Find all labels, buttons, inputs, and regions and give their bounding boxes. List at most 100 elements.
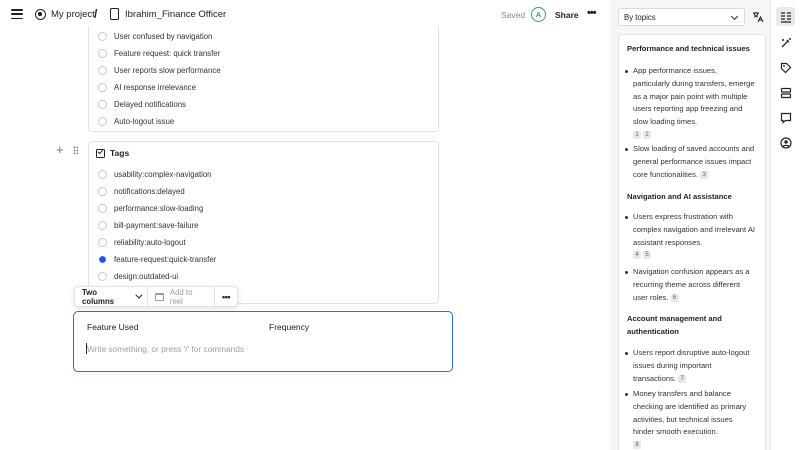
summary-content: Performance and technical issues App per… xyxy=(618,34,766,450)
radio-button[interactable] xyxy=(98,65,107,75)
chevron-down-icon xyxy=(135,291,143,299)
column-header-feature[interactable]: Feature Used xyxy=(87,322,139,332)
tags-title: Tags xyxy=(110,148,130,158)
chevron-down-icon xyxy=(730,12,739,21)
tag-option[interactable]: performance:slow-loading xyxy=(98,201,203,215)
tags-card: Tags usability:complex-navigation notifi… xyxy=(88,141,439,304)
bullet-text: Slow loading of saved accounts and gener… xyxy=(633,144,755,179)
block-toolbar: Two columns Add to reel ••• xyxy=(74,286,238,307)
citation-badge[interactable]: 5 xyxy=(643,251,651,260)
citation-badge[interactable]: 4 xyxy=(633,251,641,260)
add-block-icon[interactable]: + xyxy=(56,143,64,156)
more-options-button[interactable]: ••• xyxy=(587,7,597,19)
option-item[interactable]: Feature request: quick transfer xyxy=(98,46,220,60)
toolbar-more-button[interactable]: ••• xyxy=(215,292,237,302)
option-item[interactable]: AI response irrelevance xyxy=(98,80,196,94)
citation-badge[interactable]: 6 xyxy=(670,293,679,302)
side-rail xyxy=(770,0,800,450)
tags-header: Tags xyxy=(96,148,129,158)
citation-badge[interactable]: 3 xyxy=(700,170,709,179)
option-item[interactable]: Auto-logout issue xyxy=(98,114,174,128)
tag-option[interactable]: feature-request:quick-transfer xyxy=(98,252,216,266)
list-icon[interactable] xyxy=(776,83,795,102)
share-button[interactable]: Share xyxy=(555,10,579,20)
bullet-text: Money transfers and balance checking are… xyxy=(633,389,747,437)
section-title: Account management and authentication xyxy=(627,314,722,336)
tag-label: usability:complex-navigation xyxy=(114,169,212,179)
project-icon xyxy=(35,9,46,20)
tag-option[interactable]: bill-payment:save-failure xyxy=(98,218,199,232)
radio-button[interactable] xyxy=(98,203,107,213)
breadcrumb-separator: / xyxy=(94,7,98,21)
options-card: User confused by navigation Feature requ… xyxy=(88,26,439,132)
translate-icon[interactable] xyxy=(752,11,764,25)
radio-button[interactable] xyxy=(98,82,107,92)
option-item[interactable]: User reports slow performance xyxy=(98,63,221,77)
add-to-reel-button[interactable]: Add to reel xyxy=(148,287,216,306)
citation-badge[interactable]: 2 xyxy=(643,130,651,139)
magic-edit-icon[interactable] xyxy=(776,33,795,52)
columns-label: Two columns xyxy=(82,287,115,306)
citation-badge[interactable]: 7 xyxy=(678,374,687,383)
tag-option[interactable]: usability:complex-navigation xyxy=(98,167,212,181)
bullet-text: Navigation confusion appears as a recurr… xyxy=(633,267,750,302)
tag-option[interactable]: design:outdated-ui xyxy=(98,269,178,283)
table-block-editor[interactable]: Feature Used Frequency Write something, … xyxy=(73,311,453,372)
group-by-select[interactable]: By topics xyxy=(618,8,745,26)
section-title: Navigation and AI assistance xyxy=(627,192,732,201)
tag-label: reliability:auto-logout xyxy=(114,237,186,247)
editor-placeholder[interactable]: Write something, or press '/' for comman… xyxy=(85,343,244,354)
summary-bullet: Users express frustration with complex n… xyxy=(625,211,755,262)
radio-button-selected[interactable] xyxy=(98,254,107,264)
reel-icon xyxy=(155,292,164,301)
citation-badge[interactable]: 8 xyxy=(633,441,641,450)
option-item[interactable]: Delayed notifications xyxy=(98,97,186,111)
bullet-text: App performance issues, particularly dur… xyxy=(633,66,755,127)
summary-bullet: Users report disruptive auto-logout issu… xyxy=(625,347,755,385)
tag-option[interactable]: reliability:auto-logout xyxy=(98,235,186,249)
radio-button[interactable] xyxy=(98,31,107,41)
tag-option[interactable]: notifications:delayed xyxy=(98,184,185,198)
bullet-text: Users express frustration with complex n… xyxy=(633,212,755,247)
citation-badge[interactable]: 1 xyxy=(633,130,641,139)
radio-button[interactable] xyxy=(98,271,107,281)
insights-icon[interactable] xyxy=(776,7,795,26)
save-status: Saved xyxy=(501,10,526,20)
tag-label: performance:slow-loading xyxy=(114,203,204,213)
radio-button[interactable] xyxy=(98,237,107,247)
option-label: AI response irrelevance xyxy=(114,82,196,92)
tag-label: feature-request:quick-transfer xyxy=(114,254,217,264)
breadcrumb-document[interactable]: Ibrahim_Finance Officer xyxy=(125,9,226,20)
summary-bullet: Money transfers and balance checking are… xyxy=(625,388,755,450)
summary-bullet: Navigation confusion appears as a recurr… xyxy=(625,266,755,304)
insights-panel: By topics Performance and technical issu… xyxy=(610,0,770,450)
drag-handle-icon[interactable] xyxy=(73,146,78,154)
section-title: Performance and technical issues xyxy=(627,44,750,53)
bullet-text: Users report disruptive auto-logout issu… xyxy=(633,348,750,383)
menu-icon[interactable] xyxy=(11,9,23,20)
radio-button[interactable] xyxy=(98,99,107,109)
columns-dropdown[interactable]: Two columns xyxy=(75,287,149,306)
avatar[interactable]: A xyxy=(531,7,546,22)
radio-button[interactable] xyxy=(98,169,107,179)
column-header-frequency[interactable]: Frequency xyxy=(269,322,309,332)
group-by-value: By topics xyxy=(624,13,656,22)
option-label: Feature request: quick transfer xyxy=(114,48,221,58)
breadcrumb-project[interactable]: My project xyxy=(51,9,95,20)
user-icon[interactable] xyxy=(776,133,795,152)
checkbox-icon xyxy=(96,148,105,158)
summary-bullet: App performance issues, particularly dur… xyxy=(625,65,755,142)
option-label: Delayed notifications xyxy=(114,99,186,109)
radio-button[interactable] xyxy=(98,116,107,126)
comment-icon[interactable] xyxy=(776,108,795,127)
tag-label: design:outdated-ui xyxy=(114,271,179,281)
document-icon xyxy=(110,8,119,20)
radio-button[interactable] xyxy=(98,220,107,230)
radio-button[interactable] xyxy=(98,186,107,196)
radio-button[interactable] xyxy=(98,48,107,58)
summary-bullet: Slow loading of saved accounts and gener… xyxy=(625,143,755,181)
option-label: User reports slow performance xyxy=(114,65,221,75)
option-item[interactable]: User confused by navigation xyxy=(98,29,212,43)
tag-label: bill-payment:save-failure xyxy=(114,220,199,230)
tag-icon[interactable] xyxy=(776,58,795,77)
